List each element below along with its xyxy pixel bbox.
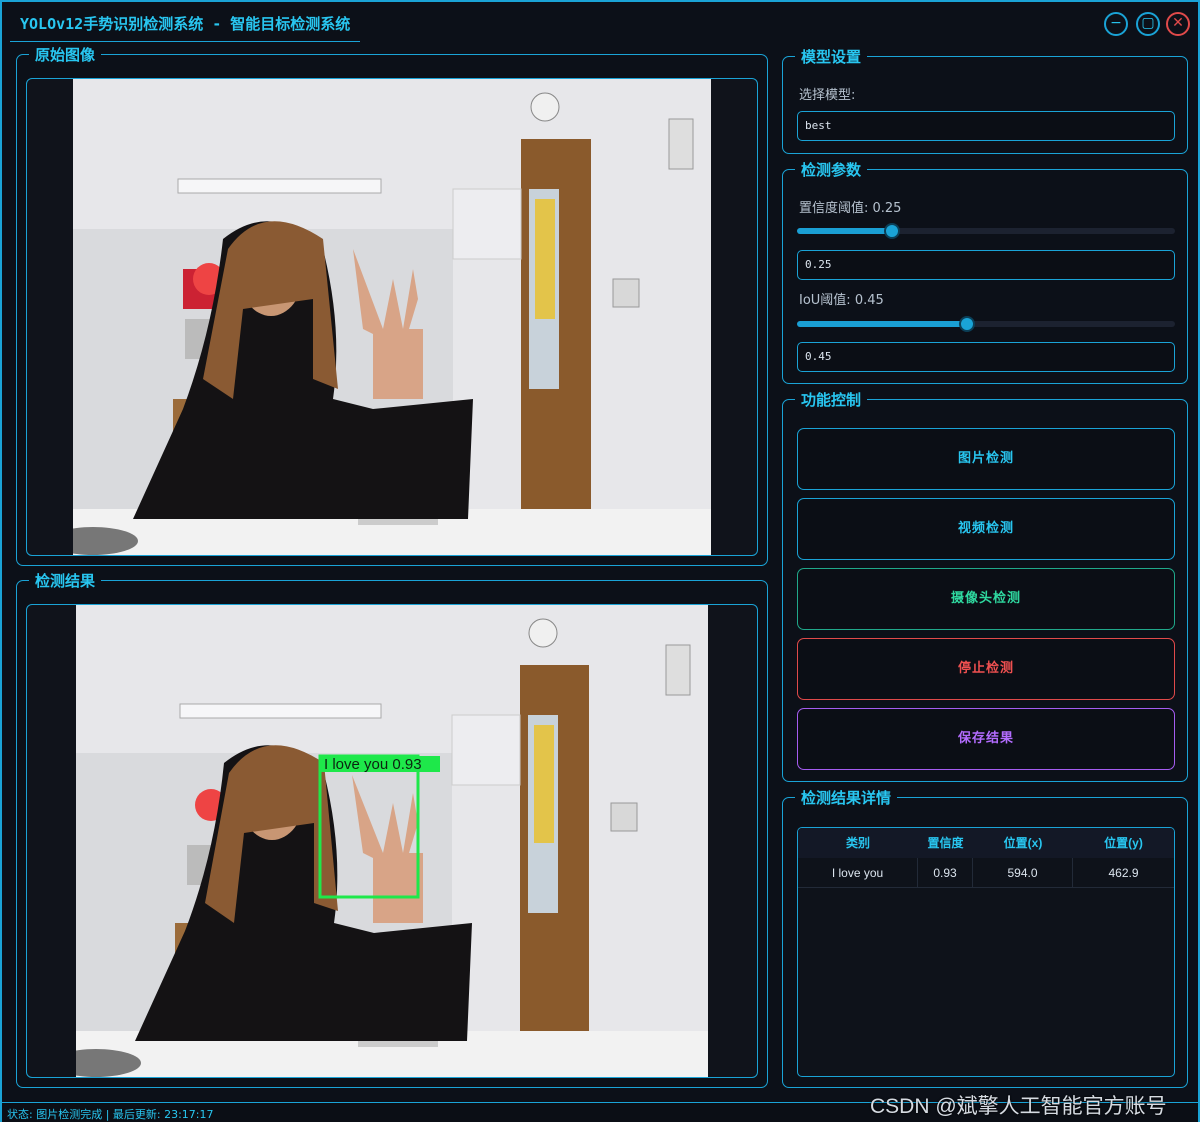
app-window: YOLOv12手势识别检测系统 - 智能目标检测系统 − ▢ ✕ 原始图像 检测… (0, 0, 1200, 1122)
model-select[interactable]: best (797, 111, 1175, 141)
detection-params-title: 检测参数 (795, 160, 868, 180)
cell-class: I love you (798, 858, 918, 888)
close-icon[interactable]: ✕ (1166, 12, 1190, 36)
function-control-title: 功能控制 (795, 390, 868, 410)
original-image-frame (26, 78, 758, 556)
iou-label: IoU阈值: 0.45 (799, 293, 884, 308)
confidence-label: 置信度阈值: 0.25 (799, 201, 902, 216)
title-bar: YOLOv12手势识别检测系统 - 智能目标检测系统 − ▢ ✕ (2, 2, 1198, 46)
result-image-frame: I love you 0.93 (26, 604, 758, 1078)
column-header-class[interactable]: 类别 (798, 828, 918, 858)
column-header-confidence[interactable]: 置信度 (918, 828, 973, 858)
stop-detect-button[interactable]: 停止检测 (797, 638, 1175, 700)
minimize-icon[interactable]: − (1104, 12, 1128, 36)
result-details-title: 检测结果详情 (795, 788, 898, 808)
cell-y: 462.9 (1108, 866, 1139, 880)
result-details-panel: 检测结果详情 类别 置信度 位置(x) 位置(y) I love you 0.9… (782, 788, 1188, 1088)
iou-input[interactable]: 0.45 (797, 342, 1175, 372)
status-text: 状态: 图片检测完成 | 最后更新: 23:17:17 (7, 1108, 214, 1121)
video-detect-button[interactable]: 视频检测 (797, 498, 1175, 560)
result-image-panel: 检测结果 I love you 0.93 (16, 571, 768, 1088)
model-select-label: 选择模型: (799, 88, 856, 103)
table-row[interactable]: I love you 0.93 594.0 462.9 (798, 858, 1174, 888)
confidence-slider[interactable] (797, 223, 1175, 239)
column-header-x[interactable]: 位置(x) (973, 828, 1073, 858)
save-result-button[interactable]: 保存结果 (797, 708, 1175, 770)
original-image-panel: 原始图像 (16, 45, 768, 566)
cell-confidence: 0.93 (918, 858, 973, 888)
result-table: 类别 置信度 位置(x) 位置(y) I love you 0.93 594.0… (797, 827, 1175, 1077)
camera-detect-button[interactable]: 摄像头检测 (797, 568, 1175, 630)
result-image-title: 检测结果 (29, 571, 102, 591)
confidence-slider-fill (797, 228, 892, 234)
detection-label: I love you 0.93 (324, 756, 422, 773)
column-header-y[interactable]: 位置(y) (1073, 828, 1174, 858)
detection-params-panel: 检测参数 置信度阈值: 0.25 0.25 IoU阈值: 0.45 0.45 (782, 160, 1188, 384)
watermark: CSDN @斌擎人工智能官方账号 (870, 1095, 1167, 1118)
model-settings-panel: 模型设置 选择模型: best (782, 47, 1188, 154)
original-image-title: 原始图像 (29, 45, 102, 65)
iou-slider-handle[interactable] (959, 316, 975, 332)
iou-slider[interactable] (797, 316, 1175, 332)
cell-x: 594.0 (973, 858, 1073, 888)
result-image: I love you 0.93 (76, 605, 708, 1077)
window-title: YOLOv12手势识别检测系统 - 智能目标检测系统 (10, 6, 361, 42)
model-settings-title: 模型设置 (795, 47, 868, 67)
function-control-panel: 功能控制 图片检测 视频检测 摄像头检测 停止检测 保存结果 (782, 390, 1188, 782)
image-detect-button[interactable]: 图片检测 (797, 428, 1175, 490)
confidence-input[interactable]: 0.25 (797, 250, 1175, 280)
iou-slider-fill (797, 321, 967, 327)
original-image (73, 79, 711, 555)
table-header: 类别 置信度 位置(x) 位置(y) (798, 828, 1174, 858)
maximize-icon[interactable]: ▢ (1136, 12, 1160, 36)
confidence-slider-handle[interactable] (884, 223, 900, 239)
